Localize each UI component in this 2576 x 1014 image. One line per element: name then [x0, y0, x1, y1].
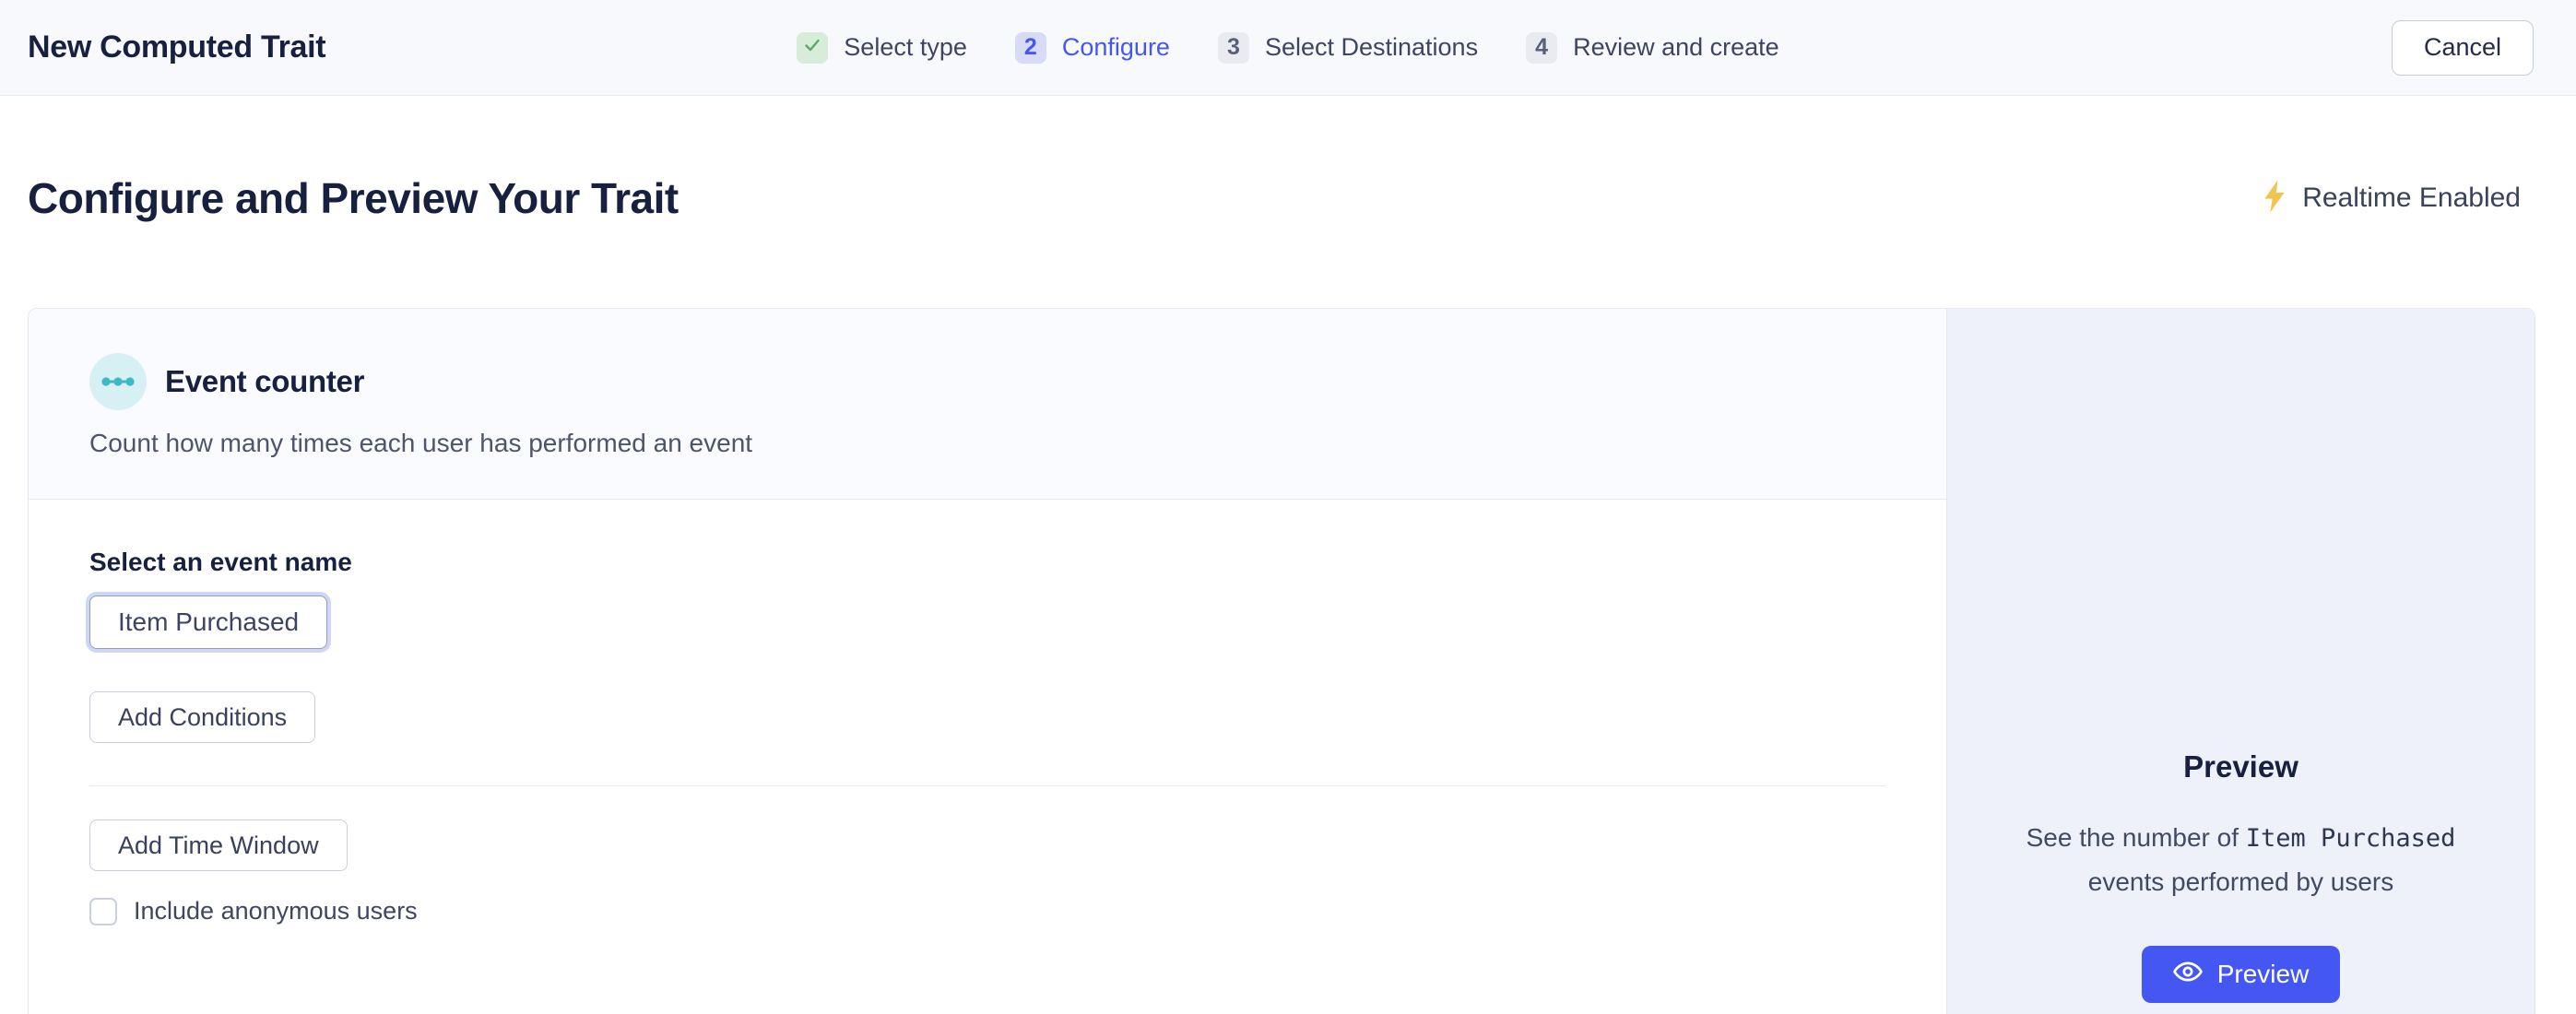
event-name-label: Select an event name	[89, 548, 1885, 577]
preview-button[interactable]: Preview	[2142, 946, 2341, 1003]
trait-type-title: Event counter	[165, 364, 364, 399]
lightning-icon	[2260, 179, 2289, 218]
step-select-type[interactable]: Select type	[797, 32, 967, 64]
step-number-badge: 2	[1015, 32, 1046, 64]
include-anonymous-label: Include anonymous users	[134, 897, 418, 926]
preview-title: Preview	[1947, 749, 2535, 784]
realtime-label: Realtime Enabled	[2302, 183, 2521, 214]
step-review-create[interactable]: 4 Review and create	[1526, 32, 1779, 64]
check-icon	[803, 34, 821, 61]
trait-config-pane: Event counter Count how many times each …	[29, 309, 1946, 1014]
preview-button-label: Preview	[2217, 960, 2310, 989]
anonymous-users-row: Include anonymous users	[89, 897, 1885, 926]
step-label: Select Destinations	[1265, 33, 1478, 62]
preview-event-name: Item Purchased	[2246, 824, 2456, 853]
realtime-status-badge: Realtime Enabled	[2260, 179, 2521, 218]
step-number-badge: 4	[1526, 32, 1557, 64]
event-counter-icon	[89, 353, 147, 410]
step-label: Configure	[1062, 33, 1170, 62]
preview-panel: Preview See the number of Item Purchased…	[1946, 309, 2535, 1014]
step-label: Select type	[844, 33, 967, 62]
trait-config-body: Select an event name Item Purchased Add …	[29, 500, 1946, 973]
page-heading-row: Configure and Preview Your Trait Realtim…	[0, 173, 2576, 223]
eye-icon	[2173, 960, 2203, 989]
configure-card: Event counter Count how many times each …	[28, 308, 2535, 1014]
step-number-badge: 3	[1218, 32, 1249, 64]
trait-type-description: Count how many times each user has perfo…	[89, 429, 1885, 458]
preview-description: See the number of Item Purchased events …	[2002, 816, 2481, 903]
event-name-select[interactable]: Item Purchased	[89, 595, 327, 649]
include-anonymous-checkbox[interactable]	[89, 898, 117, 926]
window-title: New Computed Trait	[28, 29, 325, 65]
step-select-destinations[interactable]: 3 Select Destinations	[1218, 32, 1478, 64]
step-label: Review and create	[1573, 33, 1779, 62]
add-conditions-button[interactable]: Add Conditions	[89, 691, 315, 743]
step-done-badge	[797, 32, 828, 64]
step-configure[interactable]: 2 Configure	[1015, 32, 1170, 64]
trait-type-header: Event counter Count how many times each …	[29, 309, 1946, 500]
page-title: Configure and Preview Your Trait	[28, 173, 679, 223]
cancel-button[interactable]: Cancel	[2392, 20, 2534, 76]
top-bar: New Computed Trait Select type 2 Configu…	[0, 0, 2576, 96]
add-time-window-button[interactable]: Add Time Window	[89, 819, 348, 871]
wizard-stepper: Select type 2 Configure 3 Select Destina…	[797, 32, 1778, 64]
